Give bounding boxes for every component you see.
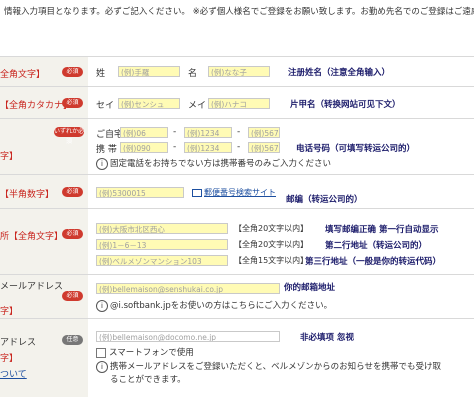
mei-kana-label: メイ xyxy=(188,101,207,111)
mobile-phone-middle-input[interactable]: (例)1234 xyxy=(184,142,232,153)
info-icon: i xyxy=(96,157,108,170)
info-icon: i xyxy=(96,360,108,373)
address-line2-input[interactable]: (例)1－6－13 xyxy=(96,239,228,250)
kana-annotation: 片甲名（转换网站可见下文） xyxy=(290,100,401,110)
last-name-kana-input[interactable]: (例)センシュ xyxy=(118,98,180,109)
required-badge: 必須 xyxy=(62,291,83,301)
postal-code-input[interactable]: (例)5300015 xyxy=(96,187,184,198)
kana-row: 【全角カタカナ】 必須 セイ (例)センシュ メイ (例)ハナコ 片甲名（转换网… xyxy=(0,86,474,119)
address-line3-hint: 【全角15文字以内】 xyxy=(234,256,309,265)
mobile-email-label: アドレス xyxy=(0,338,37,348)
kana-label-cell: 【全角カタカナ】 必須 xyxy=(0,87,88,119)
name-label-cell: 全角文字】 必須 xyxy=(0,57,88,87)
required-badge: 必須 xyxy=(62,98,83,108)
mobile-email-label-suffix: 字】 xyxy=(0,354,19,364)
address-row: 所【全角文字】 必須 (例)大阪市北区西心 【全角20文字以内】 填写邮编正确 … xyxy=(0,208,474,275)
postal-row: 【半角数字】 必須 (例)5300015 郵便番号検索サイト 邮编（转运公司的） xyxy=(0,174,474,209)
mobile-email-input[interactable]: (例)bellemaison@docomo.ne.jp xyxy=(96,331,280,342)
name-annotation: 注册姓名（注意全角输入） xyxy=(288,68,391,78)
checkbox[interactable] xyxy=(96,347,106,358)
mobile-email-note-line2: ることができます。 xyxy=(110,375,186,385)
sei-label: 姓 xyxy=(96,69,106,79)
address-line1-annotation: 填写邮编正确 第一行自动显示 xyxy=(325,225,439,235)
postal-label-cell: 【半角数字】 必須 xyxy=(0,175,88,209)
phone-note: i 固定電話をお持ちでない方は携帯番号のみご入力ください xyxy=(96,157,331,170)
home-phone-label: ご自宅 xyxy=(96,130,124,140)
address-line2-annotation: 第二行地址（转运公司的） xyxy=(325,241,428,251)
email-input[interactable]: (例)bellemaison@senshukai.co.jp xyxy=(96,283,280,294)
email-annotation: 你的邮箱地址 xyxy=(284,283,336,293)
sei-kana-label: セイ xyxy=(96,101,115,111)
dash: - xyxy=(237,127,241,137)
phone-label: 字】 xyxy=(0,152,19,162)
email-label-cell: メールアドレス 必須 字】 xyxy=(0,275,88,319)
mobile-email-note: i 携帯メールアドレスをご登録いただくと、ベルメゾンからのお知らせを携帯でも受け取 xyxy=(96,360,441,373)
mei-label: 名 xyxy=(188,69,198,79)
address-line3-annotation: 第三行地址（一般是你的转运代码） xyxy=(305,257,442,267)
dash: - xyxy=(173,127,177,137)
email-note-text: @i.softbank.jpをお使いの方はこちらにご入力ください。 xyxy=(110,301,333,311)
intro-note-line1: 情報入力項目となります。必ずご記入ください。 ※必ず個人様名でご登録をお願い致し… xyxy=(4,7,474,17)
phone-note-text: 固定電話をお持ちでない方は携帯番号のみご入力ください xyxy=(110,159,332,169)
address-line1-hint: 【全角20文字以内】 xyxy=(234,224,309,233)
smartphone-checkbox-label: スマートフォンで使用 xyxy=(109,348,194,358)
postal-search-link-label: 郵便番号検索サイト xyxy=(204,188,276,197)
window-icon xyxy=(192,188,202,197)
mobile-email-label-cell: アドレス 任意 字】 ついて xyxy=(0,319,88,397)
info-icon: i xyxy=(96,299,108,312)
first-name-kana-input[interactable]: (例)ハナコ xyxy=(208,98,270,109)
first-name-input[interactable]: (例)なな子 xyxy=(208,66,270,77)
either-required-badge: いずれか必須 xyxy=(54,127,85,145)
email-row: メールアドレス 必須 字】 (例)bellemaison@senshukai.c… xyxy=(0,274,474,319)
home-phone-middle-input[interactable]: (例)1234 xyxy=(184,127,232,138)
phone-annotation: 电话号码（可填写转运公司的） xyxy=(296,144,416,154)
address-label: 所【全角文字】 xyxy=(0,232,64,242)
mobile-phone-label: 携 帯 xyxy=(96,145,117,155)
address-line1-input[interactable]: (例)大阪市北区西心 xyxy=(96,223,228,234)
address-label-cell: 所【全角文字】 必須 xyxy=(0,209,88,275)
name-row: 全角文字】 必須 姓 (例)手羅 名 (例)なな子 注册姓名（注意全角输入） xyxy=(0,56,474,87)
required-badge: 必須 xyxy=(62,187,83,197)
email-label: メールアドレス xyxy=(0,282,64,292)
home-phone-last-input[interactable]: (例)5678 xyxy=(248,127,280,138)
address-line3-input[interactable]: (例)ベルメゾンマンション103 xyxy=(96,255,228,266)
phone-row: いずれか必須 字】 ご自宅 (例)06 - (例)1234 - (例)5678 … xyxy=(0,118,474,175)
intro-note: 情報入力項目となります。必ずご記入ください。 ※必ず個人様名でご登録をお願い致し… xyxy=(4,6,474,34)
email-note: i @i.softbank.jpをお使いの方はこちらにご入力ください。 xyxy=(96,299,332,312)
address-line2-hint: 【全角20文字以内】 xyxy=(234,240,309,249)
last-name-input[interactable]: (例)手羅 xyxy=(118,66,180,77)
phone-label-cell: いずれか必須 字】 xyxy=(0,119,88,175)
postal-label: 【半角数字】 xyxy=(0,190,55,200)
required-badge: 必須 xyxy=(62,229,83,239)
dash: - xyxy=(237,142,241,152)
postal-annotation: 邮编（转运公司的） xyxy=(286,195,363,205)
kana-label: 【全角カタカナ】 xyxy=(0,101,73,111)
mobile-email-row: アドレス 任意 字】 ついて (例)bellemaison@docomo.ne.… xyxy=(0,318,474,397)
smartphone-checkbox-row[interactable]: スマートフォンで使用 xyxy=(96,346,194,358)
email-label-suffix: 字】 xyxy=(0,307,19,317)
home-phone-area-input[interactable]: (例)06 xyxy=(120,127,168,138)
mobile-email-note-line1: 携帯メールアドレスをご登録いただくと、ベルメゾンからのお知らせを携帯でも受け取 xyxy=(110,362,441,372)
name-label: 全角文字】 xyxy=(0,70,46,80)
mobile-phone-area-input[interactable]: (例)090 xyxy=(120,142,168,153)
required-badge: 必須 xyxy=(62,67,83,77)
mobile-email-annotation: 非必填项 忽视 xyxy=(300,333,354,343)
postal-search-link[interactable]: 郵便番号検索サイト xyxy=(192,187,276,198)
mobile-phone-last-input[interactable]: (例)5678 xyxy=(248,142,280,153)
about-link[interactable]: ついて xyxy=(0,367,27,380)
optional-badge: 任意 xyxy=(62,335,83,345)
dash: - xyxy=(173,142,177,152)
